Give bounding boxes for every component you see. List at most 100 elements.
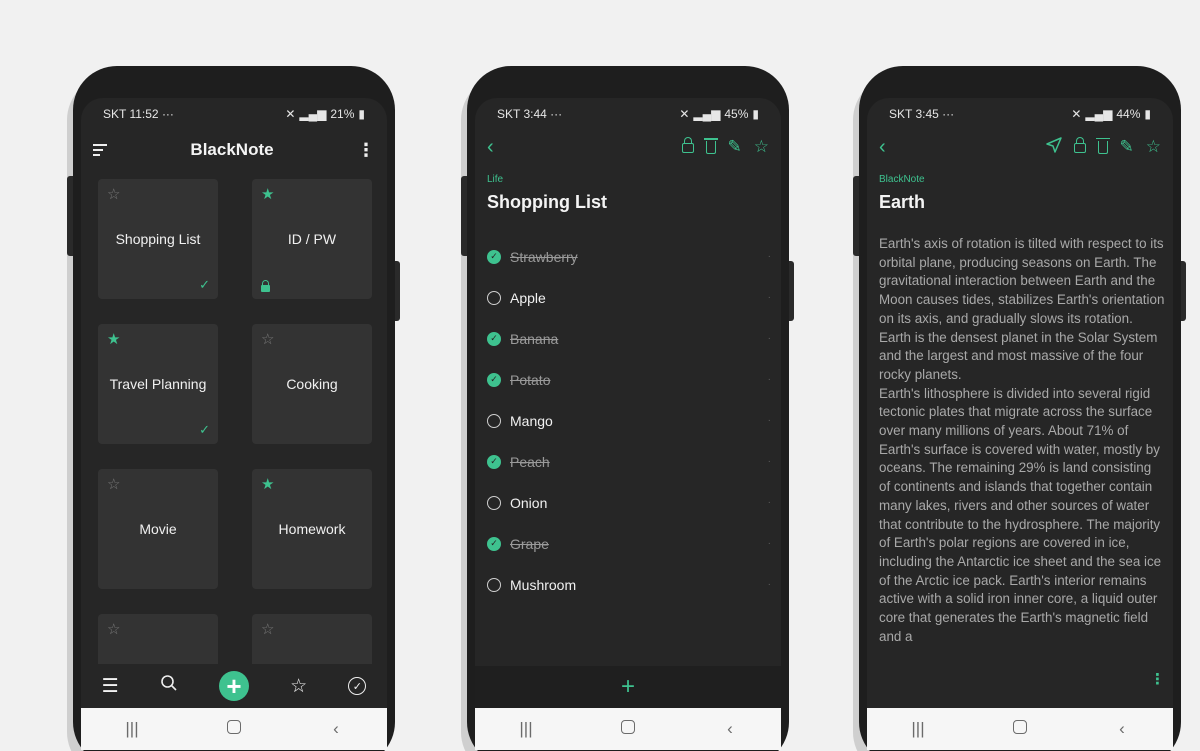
checklist-item[interactable]: Apple · — [487, 277, 771, 318]
note-card-title: Cooking — [286, 376, 338, 392]
signal-icon: ▂▄▆ — [693, 107, 721, 121]
status-time: SKT 11:52 — [103, 107, 159, 121]
status-icons: ✕ ▂▄▆ 45% ▮ — [679, 107, 759, 121]
back-arrow-icon[interactable]: ‹ — [879, 136, 886, 159]
note-card[interactable]: ★ Homework — [252, 469, 372, 589]
drag-handle-icon[interactable]: · — [768, 538, 771, 549]
unchecked-circle-icon[interactable] — [487, 290, 501, 305]
trash-icon[interactable] — [703, 138, 718, 154]
home-nav-icon[interactable] — [990, 719, 1050, 739]
star-icon[interactable]: ☆ — [754, 137, 769, 157]
favorite-star-icon[interactable]: ☆ — [107, 185, 120, 203]
favorite-star-icon[interactable]: ☆ — [261, 330, 274, 348]
checklist-item[interactable]: ✓ Banana · — [487, 318, 771, 359]
status-time: SKT 3:44 — [497, 107, 547, 121]
checklist-item[interactable]: ✓ Potato · — [487, 359, 771, 400]
drag-handle-icon[interactable]: · — [768, 292, 771, 303]
more-options-icon[interactable]: ⋮ — [357, 141, 375, 159]
favorite-star-icon[interactable]: ☆ — [107, 475, 120, 493]
note-category[interactable]: Life — [487, 174, 503, 185]
phone-frame-note: SKT 3:45 ··· ✕ ▂▄▆ 44% ▮ ‹ ✎ ☆ BlackNote… — [853, 66, 1186, 751]
status-bar: SKT 3:45 ··· ✕ ▂▄▆ 44% ▮ — [867, 98, 1173, 126]
note-card-title: Shopping List — [115, 231, 201, 247]
recent-apps-icon[interactable]: ||| — [102, 719, 162, 739]
add-item-button[interactable]: + — [475, 666, 781, 708]
note-category[interactable]: BlackNote — [879, 174, 925, 185]
status-more: ··· — [942, 107, 955, 121]
unchecked-circle-icon[interactable] — [487, 495, 501, 510]
sort-menu-icon[interactable] — [93, 144, 107, 156]
drag-handle-icon[interactable]: · — [768, 497, 771, 508]
drag-handle-icon[interactable]: · — [768, 333, 771, 344]
drag-handle-icon[interactable]: · — [768, 415, 771, 426]
status-bar: SKT 11:52 ··· ✕ ▂▄▆ 21% ▮ — [81, 98, 387, 126]
phone-frame-checklist: SKT 3:44 ··· ✕ ▂▄▆ 45% ▮ ‹ ✎ ☆ Life Shop… — [461, 66, 794, 751]
unchecked-circle-icon[interactable] — [487, 413, 501, 428]
menu-icon[interactable]: ☰ — [102, 675, 119, 698]
checklist-item[interactable]: ✓ Grape · — [487, 523, 771, 564]
drag-handle-icon[interactable]: · — [768, 251, 771, 262]
home-nav-icon[interactable] — [598, 719, 658, 739]
drag-handle-icon[interactable]: · — [768, 374, 771, 385]
checklist-item[interactable]: Mushroom · — [487, 564, 771, 605]
checklist-item-label: Potato — [510, 371, 551, 388]
note-card-title: ID / PW — [287, 231, 337, 247]
checked-circle-icon[interactable]: ✓ — [487, 372, 501, 387]
edit-pencil-icon[interactable]: ✎ — [1120, 137, 1134, 158]
favorites-star-icon[interactable]: ☆ — [290, 675, 307, 698]
checklist-item-label: Mango — [510, 412, 553, 429]
back-nav-icon[interactable]: ‹ — [306, 719, 366, 739]
favorite-star-icon[interactable]: ★ — [261, 475, 274, 493]
trash-icon[interactable] — [1095, 137, 1110, 154]
favorite-star-icon[interactable]: ★ — [107, 330, 120, 348]
home-nav-icon[interactable] — [204, 719, 264, 739]
favorite-star-icon[interactable]: ☆ — [107, 620, 120, 638]
note-card[interactable]: ☆ Movie — [98, 469, 218, 589]
checklist-item-label: Peach — [510, 453, 550, 470]
check-circle-icon[interactable]: ✓ — [348, 677, 367, 695]
recent-apps-icon[interactable]: ||| — [888, 719, 948, 739]
note-title: Earth — [879, 192, 926, 212]
checked-circle-icon[interactable]: ✓ — [487, 536, 501, 551]
lock-icon[interactable] — [1073, 136, 1086, 153]
favorite-star-icon[interactable]: ☆ — [261, 620, 274, 638]
battery-icon: ▮ — [358, 107, 365, 121]
checklist-item-label: Mushroom — [510, 576, 577, 593]
note-card[interactable]: ☆ Shopping List ✓ — [98, 179, 218, 299]
star-icon[interactable]: ☆ — [1146, 137, 1161, 158]
back-nav-icon[interactable]: ‹ — [700, 719, 760, 739]
edit-pencil-icon[interactable]: ✎ — [728, 137, 742, 157]
back-arrow-icon[interactable]: ‹ — [487, 136, 494, 159]
checklist-item-label: Grape — [510, 535, 549, 552]
note-card-title: Homework — [278, 521, 346, 537]
checklist-item[interactable]: Onion · — [487, 482, 771, 523]
note-card[interactable]: ☆ Cooking — [252, 324, 372, 444]
mute-icon: ✕ — [679, 107, 690, 121]
send-icon[interactable] — [1045, 136, 1062, 158]
battery-level: 21% — [330, 107, 355, 121]
favorite-star-icon[interactable]: ★ — [261, 185, 274, 203]
app-title: BlackNote — [190, 140, 274, 159]
note-screen: SKT 3:45 ··· ✕ ▂▄▆ 44% ▮ ‹ ✎ ☆ BlackNote… — [867, 98, 1173, 750]
add-note-button[interactable]: + — [218, 671, 249, 701]
search-icon[interactable] — [160, 674, 178, 698]
drag-handle-icon[interactable]: · — [768, 579, 771, 590]
note-card[interactable]: ★ ID / PW — [252, 179, 372, 299]
note-body[interactable]: Earth's axis of rotation is tilted with … — [879, 235, 1165, 704]
checklist-item[interactable]: ✓ Peach · — [487, 441, 771, 482]
note-card[interactable]: ★ Travel Planning ✓ — [98, 324, 218, 444]
note-paragraph: of continents and islands that together … — [879, 479, 1162, 644]
checked-circle-icon[interactable]: ✓ — [487, 249, 501, 264]
lock-icon[interactable] — [681, 137, 694, 153]
checklist-item-label: Strawberry — [510, 248, 578, 265]
home-screen: SKT 11:52 ··· ✕ ▂▄▆ 21% ▮ BlackNote ⋮ ☆ S… — [81, 98, 387, 750]
checklist-item[interactable]: ✓ Strawberry · — [487, 236, 771, 277]
checked-circle-icon[interactable]: ✓ — [487, 331, 501, 346]
more-options-icon[interactable]: ⋮ — [1150, 670, 1165, 688]
unchecked-circle-icon[interactable] — [487, 577, 501, 592]
drag-handle-icon[interactable]: · — [768, 456, 771, 467]
checklist-item[interactable]: Mango · — [487, 400, 771, 441]
back-nav-icon[interactable]: ‹ — [1092, 719, 1152, 739]
checked-circle-icon[interactable]: ✓ — [487, 454, 501, 469]
recent-apps-icon[interactable]: ||| — [496, 719, 556, 739]
